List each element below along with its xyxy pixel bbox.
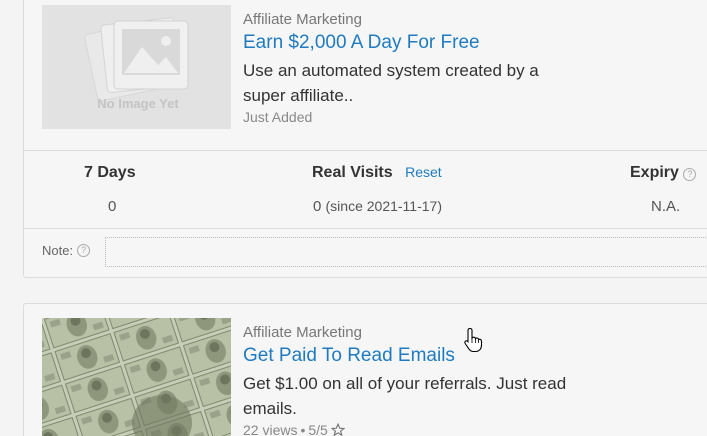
listing-views: 22 views <box>243 421 298 436</box>
days-header: 7 Days <box>84 164 136 181</box>
expiry-value: N.A. <box>651 198 681 215</box>
listing-image[interactable] <box>42 318 231 436</box>
note-row: Note: ? <box>24 228 707 271</box>
expiry-header: Expiry ? <box>630 164 697 182</box>
hand-pointer-icon <box>464 327 483 353</box>
note-label: Note: ? <box>42 243 91 258</box>
listing-content: Affiliate Marketing Get Paid To Read Ema… <box>243 324 573 436</box>
visits-since: (since 2021-11-17) <box>325 198 442 214</box>
listing-added-status: Just Added <box>243 108 313 125</box>
page: No Image Yet Affiliate Marketing Earn $2… <box>0 0 707 436</box>
note-input[interactable] <box>105 237 707 267</box>
listing-description: Get $1.00 on all of your referrals. Just… <box>243 373 567 418</box>
listing-stats: 7 Days 0 Real Visits Reset 0 (since 2021… <box>24 150 707 228</box>
listing-description: Use an automated system created by a sup… <box>243 60 539 105</box>
listing-card: No Image Yet Affiliate Marketing Earn $2… <box>23 0 707 278</box>
listing-card: Affiliate Marketing Get Paid To Read Ema… <box>23 303 707 436</box>
listing-content: Affiliate Marketing Earn $2,000 A Day Fo… <box>243 11 573 125</box>
listing-meta: Just Added <box>243 109 573 125</box>
listing-category: Affiliate Marketing <box>243 324 362 341</box>
meta-separator: • <box>300 421 306 436</box>
days-value: 0 <box>108 198 117 215</box>
dollar-bills-image <box>42 318 231 436</box>
no-image-icon: No Image Yet <box>42 5 231 129</box>
listing-meta: 22 views • 5/5 <box>243 422 573 436</box>
note-help-icon[interactable]: ? <box>77 244 91 257</box>
listing-category: Affiliate Marketing <box>243 11 362 28</box>
listing-image-placeholder[interactable]: No Image Yet <box>42 5 231 129</box>
listing-title-link[interactable]: Earn $2,000 A Day For Free <box>243 30 573 56</box>
listing-rating: 5/5 <box>308 421 328 436</box>
visits-header: Real Visits Reset <box>312 164 442 181</box>
help-icon[interactable]: ? <box>683 168 697 181</box>
reset-visits-link[interactable]: Reset <box>405 164 442 180</box>
svg-text:No Image Yet: No Image Yet <box>97 96 179 111</box>
star-icon[interactable] <box>330 422 345 436</box>
listing-title-link[interactable]: Get Paid To Read Emails <box>243 343 573 369</box>
visits-value: 0 (since 2021-11-17) <box>313 198 442 215</box>
